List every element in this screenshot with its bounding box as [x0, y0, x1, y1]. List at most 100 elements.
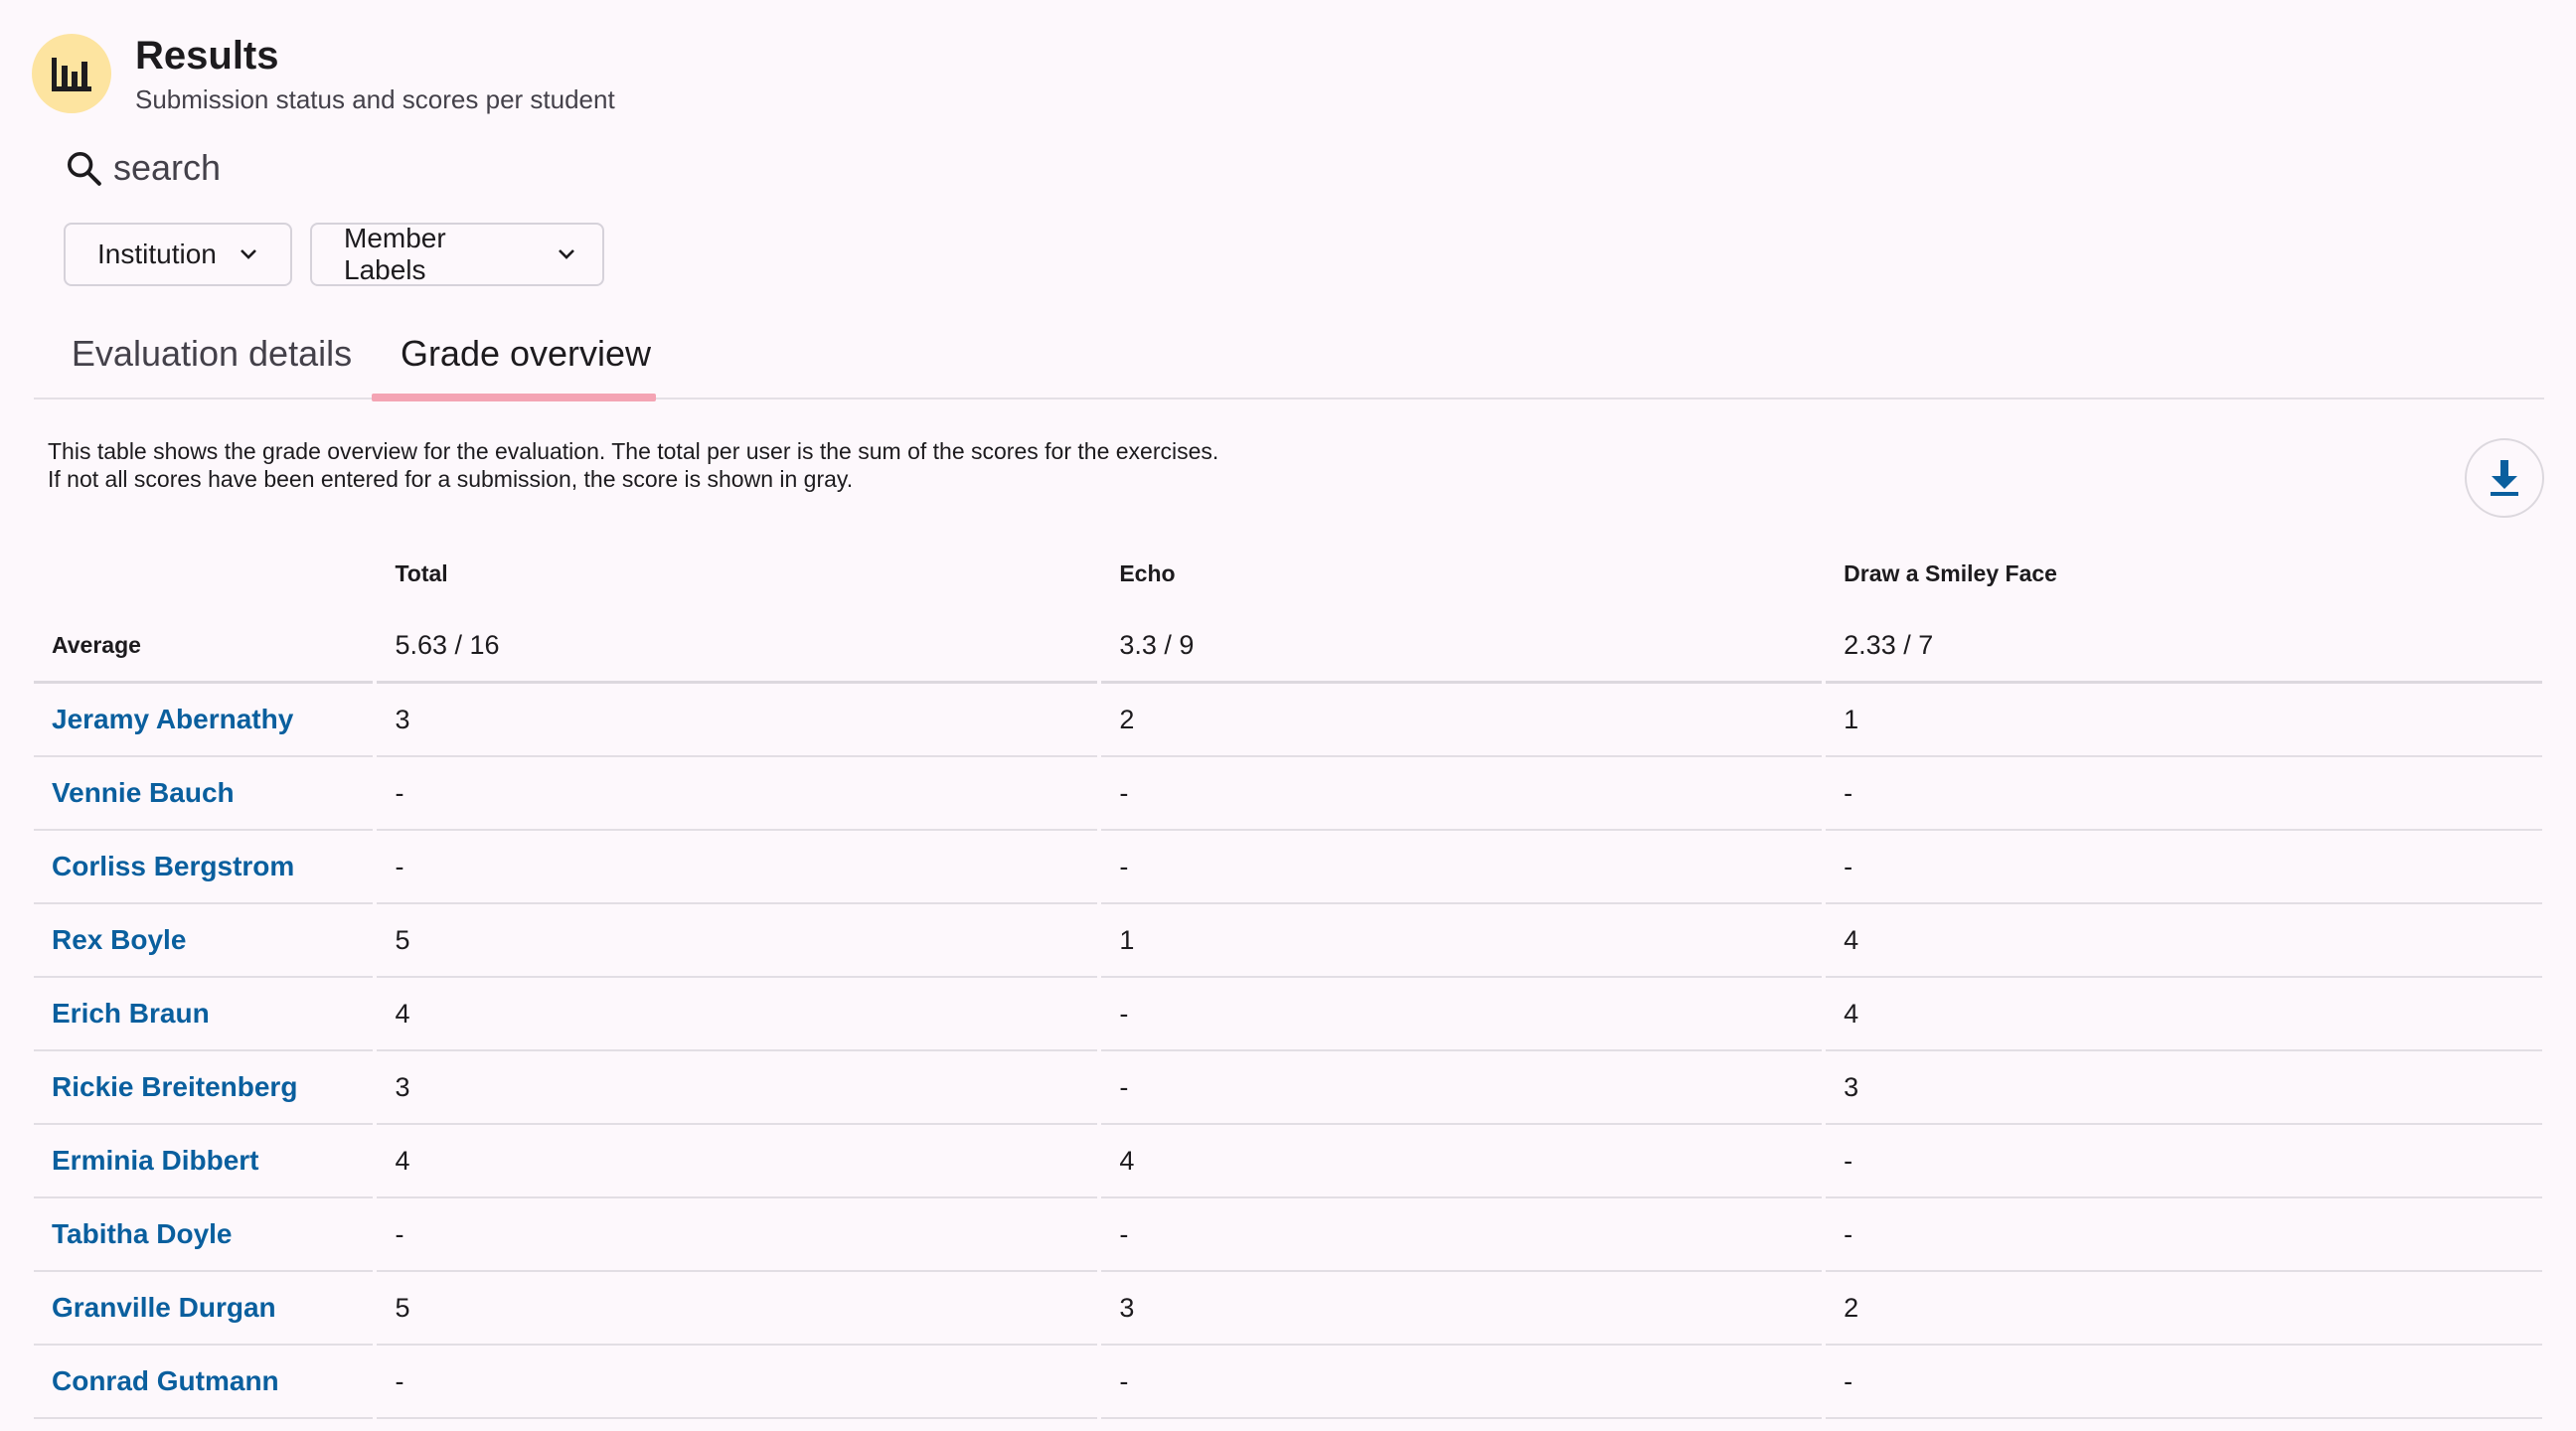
average-total: 5.63 / 16: [377, 610, 1098, 684]
results-avatar: [32, 34, 111, 113]
search-bar: [64, 147, 710, 189]
student-name-link[interactable]: Corliss Bergstrom: [52, 851, 294, 882]
download-icon: [2491, 460, 2518, 496]
tab-grade-overview[interactable]: Grade overview: [372, 310, 680, 398]
smiley-score-cell: 4: [1826, 978, 2542, 1051]
student-name-cell: Vennie Bauch: [34, 757, 374, 831]
student-name-cell: Tabitha Doyle: [34, 1198, 374, 1272]
student-name-cell: Erminia Dibbert: [34, 1125, 374, 1198]
total-score-cell: 4: [377, 978, 1098, 1051]
member-labels-filter-label: Member Labels: [344, 223, 446, 285]
table-row: Conrad Gutmann - - -: [34, 1346, 2542, 1419]
tab-grade-overview-label: Grade overview: [400, 333, 652, 374]
filter-bar: Institution Member Labels: [64, 223, 604, 286]
student-name-link[interactable]: Rickie Breitenberg: [52, 1071, 297, 1103]
total-score-cell: -: [377, 1346, 1098, 1419]
column-header-smiley: Draw a Smiley Face: [1844, 559, 2057, 586]
grade-table: Total Echo Draw a Smiley Face Average 5.…: [34, 537, 2542, 1419]
description-line-2: If not all scores have been entered for …: [48, 466, 854, 492]
smiley-score-cell: -: [1826, 1198, 2542, 1272]
table-row: Rickie Breitenberg 3-3: [34, 1051, 2542, 1125]
page-header: Results Submission status and scores per…: [32, 30, 615, 117]
table-row: Tabitha Doyle - - -: [34, 1198, 2542, 1272]
search-input[interactable]: [113, 147, 710, 189]
echo-score-cell: -: [1101, 1198, 1823, 1272]
table-row: Granville Durgan 5 3 2: [34, 1272, 2542, 1346]
table-row: Corliss Bergstrom - - -: [34, 831, 2542, 904]
total-score-cell: 5: [377, 1272, 1098, 1346]
smiley-score-cell: 3: [1826, 1051, 2542, 1125]
search-icon: [68, 152, 101, 186]
student-name-cell: Corliss Bergstrom: [34, 831, 374, 904]
tab-evaluation-details-label: Evaluation details: [71, 333, 353, 374]
student-name-link[interactable]: Rex Boyle: [52, 924, 186, 956]
echo-score-cell: -: [1101, 831, 1823, 904]
total-score-cell: -: [377, 831, 1098, 904]
echo-score-cell: -: [1101, 757, 1823, 831]
description-line-1: This table shows the grade overview for …: [48, 438, 1219, 464]
table-row: Jeramy Abernathy 3 2 1: [34, 684, 2542, 757]
download-button[interactable]: [2465, 438, 2544, 518]
member-labels-filter-button[interactable]: Member Labels: [310, 223, 604, 286]
smiley-score-cell: 2: [1826, 1272, 2542, 1346]
smiley-score-cell: 4: [1826, 904, 2542, 978]
smiley-score-cell: -: [1826, 1125, 2542, 1198]
student-name-cell: Rickie Breitenberg: [34, 1051, 374, 1125]
smiley-score-cell: 1: [1826, 684, 2542, 757]
average-smiley: 2.33 / 7: [1826, 610, 2542, 684]
bar-chart-icon: [52, 58, 91, 91]
table-row: Erminia Dibbert 4 4-: [34, 1125, 2542, 1198]
tab-bar: Evaluation details Grade overview: [34, 310, 2544, 401]
institution-filter-label: Institution: [97, 238, 217, 269]
total-score-cell: -: [377, 757, 1098, 831]
total-score-cell: 3: [377, 1051, 1098, 1125]
tab-evaluation-details[interactable]: Evaluation details: [34, 310, 390, 398]
student-name-link[interactable]: Granville Durgan: [52, 1292, 276, 1324]
student-name-link[interactable]: Erich Braun: [52, 998, 210, 1030]
total-score-cell: 3: [377, 684, 1098, 757]
institution-filter-button[interactable]: Institution: [64, 223, 292, 286]
table-row: Erich Braun 4-4: [34, 978, 2542, 1051]
average-echo: 3.3 / 9: [1101, 610, 1823, 684]
student-name-cell: Conrad Gutmann: [34, 1346, 374, 1419]
echo-score-cell: -: [1101, 1346, 1823, 1419]
table-header-row: Total Echo Draw a Smiley Face: [34, 537, 2542, 610]
total-score-cell: 5: [377, 904, 1098, 978]
header-text: Results Submission status and scores per…: [135, 30, 615, 117]
total-score-cell: 4: [377, 1125, 1098, 1198]
student-name-cell: Erich Braun: [34, 978, 374, 1051]
student-name-link[interactable]: Vennie Bauch: [52, 777, 235, 809]
total-score-cell: -: [377, 1198, 1098, 1272]
student-name-link[interactable]: Erminia Dibbert: [52, 1145, 258, 1177]
echo-score-cell: -: [1101, 1051, 1823, 1125]
echo-score-cell: 2: [1101, 684, 1823, 757]
smiley-score-cell: -: [1826, 757, 2542, 831]
average-label: Average: [34, 610, 374, 684]
student-name-link[interactable]: Conrad Gutmann: [52, 1365, 279, 1397]
student-name-cell: Granville Durgan: [34, 1272, 374, 1346]
page-subtitle: Submission status and scores per student: [135, 84, 615, 114]
column-header-name: [34, 537, 373, 610]
student-name-cell: Rex Boyle: [34, 904, 374, 978]
echo-score-cell: 1: [1101, 904, 1823, 978]
table-row: Rex Boyle 5 1 4: [34, 904, 2542, 978]
chevron-down-icon: [557, 247, 576, 261]
active-tab-indicator: [372, 394, 656, 401]
student-name-link[interactable]: Jeramy Abernathy: [52, 704, 293, 735]
average-row: Average 5.63 / 16 3.3 / 9 2.33 / 7: [34, 610, 2542, 684]
table-row: Vennie Bauch - - -: [34, 757, 2542, 831]
echo-score-cell: 4: [1101, 1125, 1823, 1198]
grade-overview-description: This table shows the grade overview for …: [48, 437, 1218, 493]
column-header-echo: Echo: [1119, 559, 1176, 586]
column-header-total: Total: [395, 559, 448, 586]
smiley-score-cell: -: [1826, 831, 2542, 904]
page-title: Results: [135, 34, 279, 78]
echo-score-cell: 3: [1101, 1272, 1823, 1346]
student-name-cell: Jeramy Abernathy: [34, 684, 374, 757]
smiley-score-cell: -: [1826, 1346, 2542, 1419]
results-page: Results Submission status and scores per…: [0, 0, 2576, 1431]
echo-score-cell: -: [1101, 978, 1823, 1051]
student-name-link[interactable]: Tabitha Doyle: [52, 1218, 233, 1250]
chevron-down-icon: [239, 247, 258, 261]
student-rows: Jeramy Abernathy 3 2 1 Vennie Bauch - - - Corlis…: [34, 684, 2542, 1419]
